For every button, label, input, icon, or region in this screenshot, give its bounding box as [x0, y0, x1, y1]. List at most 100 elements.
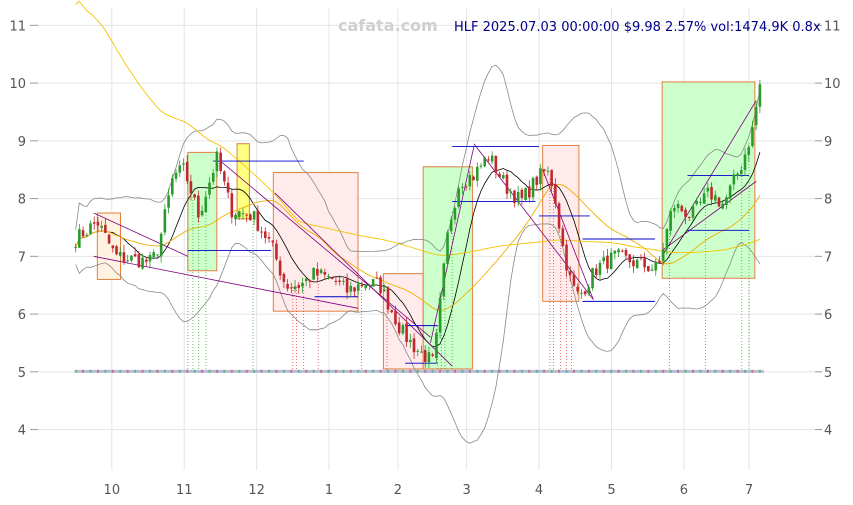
y-tick-label: 6 [18, 308, 26, 323]
candle-body [111, 245, 115, 249]
volume-bar [96, 369, 99, 373]
volume-bar [617, 369, 620, 373]
volume-bar [171, 369, 174, 373]
volume-bar [245, 369, 248, 373]
volume-bar [312, 369, 315, 373]
candle-body [371, 279, 375, 287]
candle-body [568, 271, 572, 275]
volume-bar [74, 369, 77, 373]
candle-body [736, 173, 739, 176]
candle-body [208, 182, 211, 195]
x-tick-label: 3 [462, 483, 470, 498]
volume-bar [699, 369, 702, 373]
candle-body [189, 181, 193, 194]
y-axis-left: 4 5 6 7 8 9 10 11 [9, 19, 38, 439]
x-tick-label: 5 [607, 483, 615, 498]
candle-body [449, 219, 453, 232]
candle-body [185, 161, 189, 182]
candle-body [345, 278, 349, 293]
volume-bar [305, 369, 308, 373]
candle-body [342, 280, 345, 282]
candle-body [394, 311, 397, 325]
candle-body [487, 159, 490, 161]
candle-body [624, 250, 628, 256]
candle-body [583, 291, 587, 295]
volume-bar [215, 369, 218, 373]
y-tick-label: 4 [18, 424, 26, 439]
volume-bar [238, 369, 241, 373]
candle-body [215, 151, 219, 172]
candle-body [297, 284, 301, 288]
candle-body [204, 196, 208, 213]
volume-bar [602, 369, 605, 373]
candle-body [327, 275, 330, 277]
candle-body [531, 178, 535, 198]
y-tick-label: 5 [18, 366, 26, 381]
candle-body [163, 209, 167, 233]
candle-body [223, 171, 226, 182]
candle-body [78, 229, 81, 248]
candle-body [673, 207, 676, 212]
candle-body [263, 231, 267, 238]
candle-body [275, 243, 278, 260]
candle-body [546, 170, 550, 172]
candle-body [580, 292, 583, 294]
candle-body [237, 211, 241, 218]
volume-bar [595, 369, 598, 373]
candle-body [665, 229, 669, 249]
candle-body [713, 195, 717, 201]
candle-body [382, 289, 386, 292]
volume-bar [543, 369, 546, 373]
candle-body [144, 259, 148, 262]
volume-bar [498, 369, 501, 373]
volume-bar [334, 369, 337, 373]
candle-body [702, 193, 706, 204]
ma-long [75, 0, 761, 256]
volume-bar [684, 369, 687, 373]
candle-body [278, 260, 282, 276]
candle-body [141, 257, 144, 269]
volume-bar [654, 369, 657, 373]
candle-body [632, 260, 635, 267]
volume-bar [736, 369, 739, 373]
volume-bar [223, 369, 226, 373]
candle-body [684, 209, 687, 218]
volume-bar [394, 369, 397, 373]
volume-bar [721, 369, 724, 373]
volume-bar [632, 369, 635, 373]
candle-body [643, 258, 646, 268]
candle-body [148, 255, 152, 262]
volume-bar [535, 369, 538, 373]
y-tick-label: 8 [824, 193, 832, 208]
volume-bar [230, 369, 233, 373]
candle-body [453, 208, 457, 220]
candle-body [528, 186, 531, 198]
candle-body [379, 277, 382, 294]
candle-body [446, 232, 449, 264]
candle-body [412, 338, 416, 353]
volume-bar [729, 369, 732, 373]
candle-body [743, 154, 747, 170]
candle-body [438, 297, 442, 333]
candle-body [85, 234, 89, 236]
volume-bar [387, 369, 390, 373]
candle-body [620, 250, 624, 252]
volume-bar [193, 369, 196, 373]
volume-bar [528, 369, 531, 373]
candle-body [126, 260, 129, 262]
candle-body [312, 267, 315, 280]
candle-body [159, 233, 163, 257]
volume-bar [550, 369, 553, 373]
candle-body [286, 283, 289, 289]
volume-bar [476, 369, 479, 373]
volume-bar [677, 369, 680, 373]
candle-body [561, 228, 565, 247]
volume-bar [625, 369, 628, 373]
candle-body [356, 284, 360, 291]
candle-body [591, 268, 594, 289]
candle-body [360, 284, 364, 287]
candle-body [211, 172, 215, 182]
volume-bar [714, 369, 717, 373]
volume-bar [134, 369, 137, 373]
candle-body [197, 195, 200, 218]
